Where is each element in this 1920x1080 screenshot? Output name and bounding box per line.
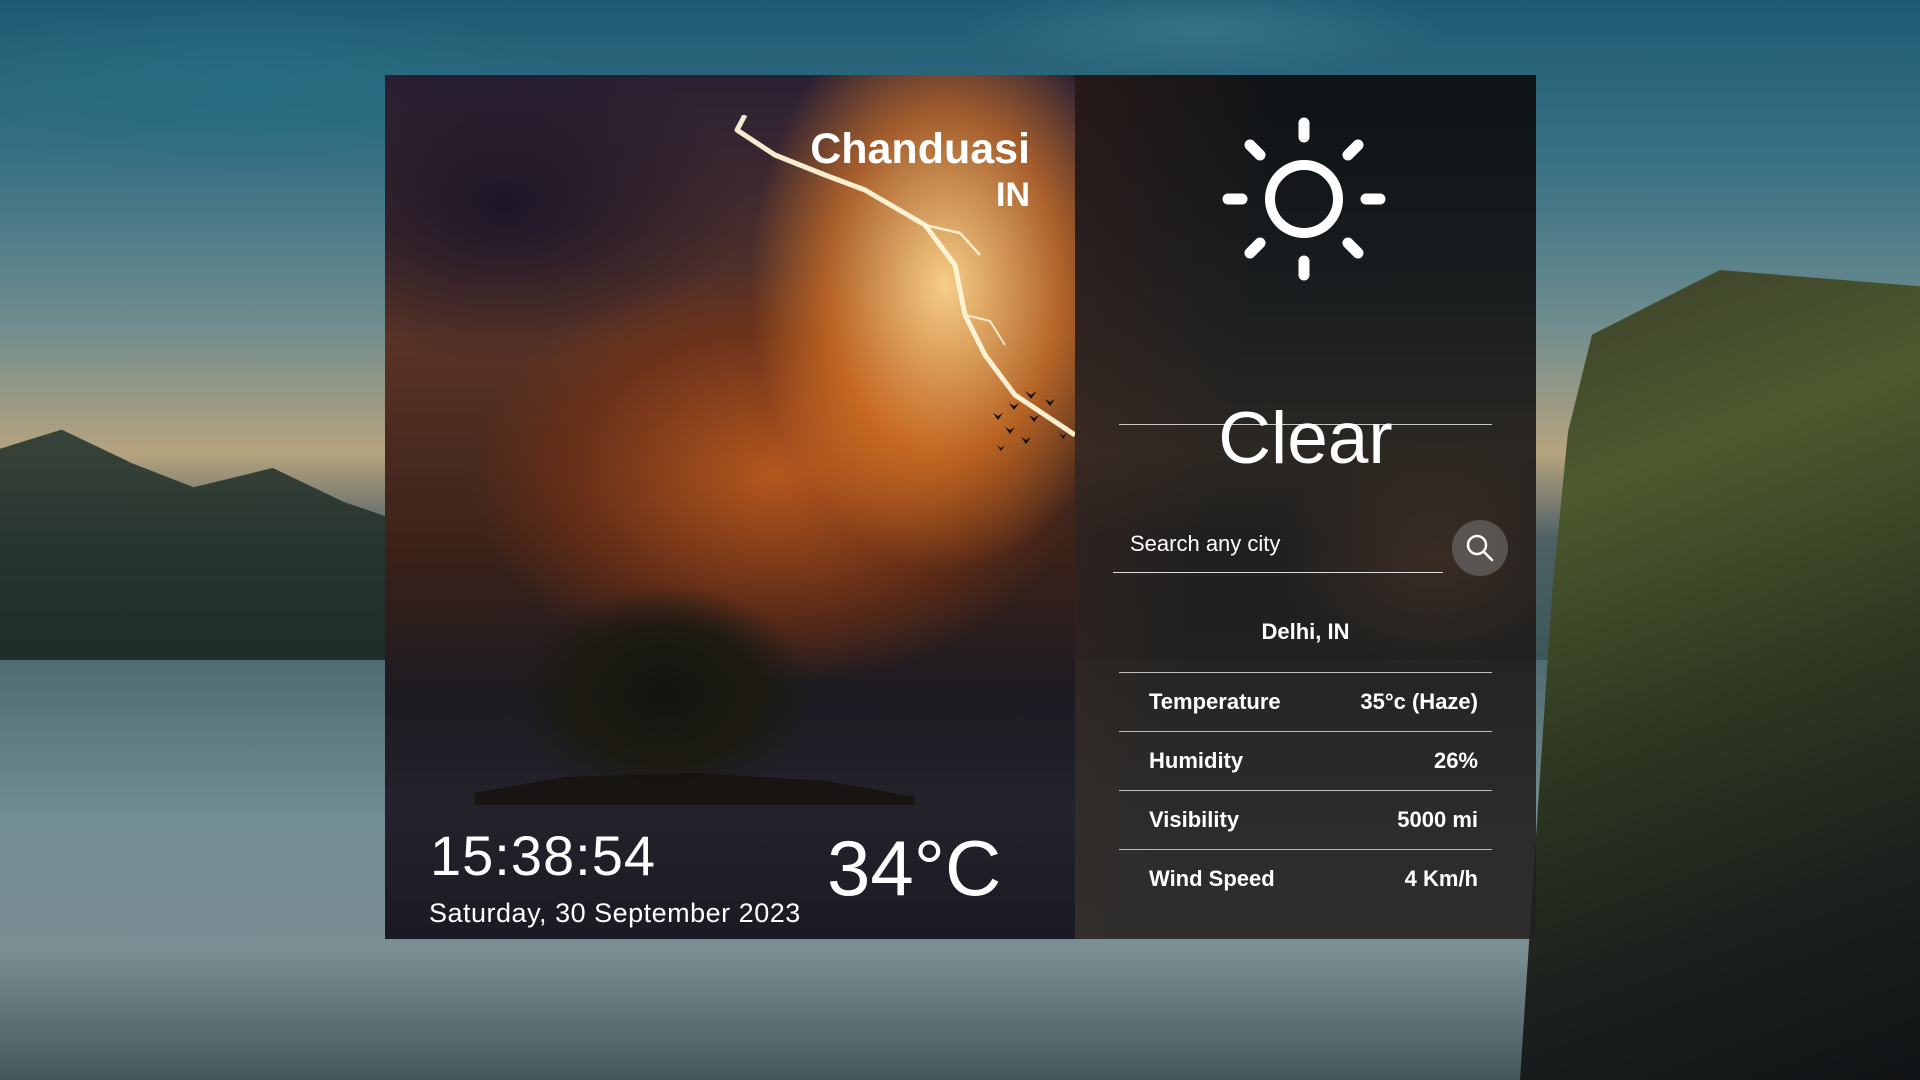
forecast-panel: Clear Delhi, IN Temperature 35°c (Haze) … [1075, 75, 1536, 939]
background-cliff [1520, 270, 1920, 1080]
stat-value: 35°c (Haze) [1360, 689, 1478, 714]
city-name: Chanduasi [810, 125, 1030, 173]
stat-value: 4 Km/h [1404, 866, 1478, 891]
stat-label: Humidity [1149, 748, 1244, 773]
divider [1119, 424, 1492, 425]
stat-value: 26% [1433, 748, 1478, 773]
search-button[interactable] [1452, 520, 1508, 576]
stat-label: Visibility [1149, 807, 1240, 832]
stat-label: Temperature [1149, 689, 1281, 714]
weather-card: Chanduasi IN 15:38:54 Saturday, 30 Septe… [385, 75, 1536, 939]
current-weather-panel: Chanduasi IN 15:38:54 Saturday, 30 Septe… [385, 75, 1075, 939]
city-header: Chanduasi IN [810, 125, 1030, 217]
search-icon [1466, 534, 1494, 562]
sun-icon [1222, 117, 1386, 281]
stat-label: Wind Speed [1149, 866, 1275, 891]
stat-row-visibility: Visibility 5000 mi [1119, 790, 1492, 849]
current-time: 15:38:54 [430, 824, 656, 887]
stat-row-temperature: Temperature 35°c (Haze) [1119, 672, 1492, 731]
search-input[interactable] [1113, 515, 1443, 573]
stat-row-wind-speed: Wind Speed 4 Km/h [1119, 849, 1492, 908]
country-code: IN [996, 176, 1030, 214]
stat-value: 5000 mi [1397, 807, 1478, 832]
weather-condition: Clear [1218, 398, 1393, 479]
background-hills [0, 429, 440, 660]
birds-decoration [993, 391, 1067, 451]
searched-location: Delhi, IN [1261, 619, 1350, 644]
stat-row-humidity: Humidity 26% [1119, 731, 1492, 790]
search-bar [1113, 515, 1508, 576]
current-temperature: 34°C [827, 824, 1002, 912]
weather-stats: Temperature 35°c (Haze) Humidity 26% Vis… [1119, 672, 1492, 908]
current-date: Saturday, 30 September 2023 [429, 898, 801, 928]
